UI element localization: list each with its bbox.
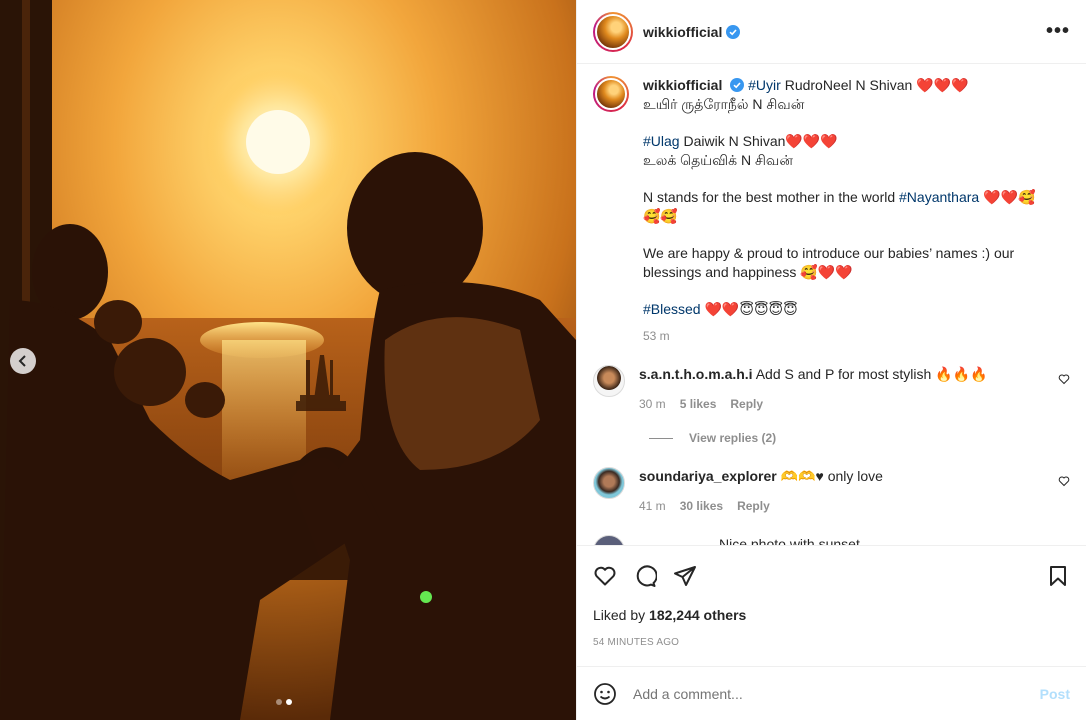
comment-item: Nice photo with sunset	[593, 535, 1070, 545]
author-avatar[interactable]	[593, 11, 633, 52]
post-timestamp[interactable]: 54 MINUTES AGO	[577, 637, 1086, 648]
comment-time[interactable]: 41 m	[639, 497, 666, 516]
chevron-left-icon	[18, 355, 26, 367]
comment-likes[interactable]: 5 likes	[680, 395, 717, 414]
caption-emoji: ❤️❤️🥰	[979, 189, 1036, 205]
comment-text: 🫶🫶♥ only love	[776, 468, 883, 484]
commenter-username[interactable]: soundariya_explorer	[639, 468, 777, 484]
caption: wikkiofficial #Uyir RudroNeel N Shivan ❤…	[593, 76, 1070, 345]
comment-like-heart-icon[interactable]	[1058, 373, 1070, 385]
hashtag-ulag[interactable]: #Ulag	[643, 133, 680, 149]
caption-text: Daiwik N Shivan	[679, 133, 786, 149]
caption-text: N stands for the best mother in the worl…	[643, 189, 900, 205]
post-photo[interactable]	[0, 0, 576, 720]
like-heart-icon[interactable]	[593, 564, 617, 588]
emoji-smiley-icon[interactable]	[593, 682, 617, 706]
hashtag-uyir[interactable]: #Uyir	[748, 77, 781, 93]
view-replies-button[interactable]: View replies (2)	[649, 431, 1070, 445]
post-viewer: wikkiofficial ••• wikkiofficial #Uyir Ru…	[0, 0, 1086, 720]
comment-body: Nice photo with sunset	[639, 535, 1039, 545]
carousel-prev-button[interactable]	[10, 348, 36, 374]
comment-item: s.a.n.t.h.o.m.a.h.i Add S and P for most…	[593, 365, 1070, 413]
caption-emoji: ❤️❤️❤️	[785, 133, 838, 149]
comment-bubble-icon[interactable]	[633, 564, 657, 588]
comment-text: Add S and P for most stylish 🔥🔥🔥	[752, 366, 988, 382]
post-actions	[577, 545, 1086, 605]
liked-by-count[interactable]: 182,244 others	[649, 607, 746, 623]
more-options-icon[interactable]: •••	[1046, 20, 1070, 43]
sunset-family-photo	[0, 0, 576, 720]
verified-badge-icon	[730, 78, 745, 92]
caption-time[interactable]: 53 m	[643, 327, 670, 346]
comment-item: soundariya_explorer 🫶🫶♥ only love 41 m 3…	[593, 467, 1070, 515]
carousel-indicator	[276, 699, 292, 705]
comment-like-heart-icon[interactable]	[1058, 475, 1070, 487]
comment-body: soundariya_explorer 🫶🫶♥ only love 41 m 3…	[639, 467, 1039, 515]
comments-section: wikkiofficial #Uyir RudroNeel N Shivan ❤…	[577, 64, 1086, 545]
hashtag-nayanthara[interactable]: #Nayanthara	[899, 189, 979, 205]
reply-button[interactable]: Reply	[737, 497, 770, 516]
comment-text: Nice photo with sunset	[719, 536, 860, 545]
add-comment-bar: Post	[577, 666, 1086, 720]
liked-by-prefix: Liked by	[593, 607, 650, 623]
caption-body: wikkiofficial #Uyir RudroNeel N Shivan ❤…	[643, 76, 1043, 345]
caption-emoji: 🥰🥰	[643, 207, 678, 224]
commenter-avatar[interactable]	[593, 467, 625, 499]
caption-text: உலக் தெய்விக் N சிவன்	[643, 151, 793, 168]
comment-time[interactable]: 30 m	[639, 395, 666, 414]
caption-username[interactable]: wikkiofficial	[643, 77, 722, 93]
commenter-avatar[interactable]	[593, 535, 625, 545]
post-comment-button[interactable]: Post	[1040, 686, 1070, 702]
commenter-username[interactable]: s.a.n.t.h.o.m.a.h.i	[639, 366, 753, 382]
verified-badge-icon	[726, 24, 741, 39]
share-paper-plane-icon[interactable]	[673, 564, 697, 588]
likes-summary: Liked by 182,244 others	[577, 607, 1086, 623]
caption-avatar[interactable]	[593, 76, 629, 112]
bookmark-save-icon[interactable]	[1046, 564, 1070, 588]
carousel-dot-active	[286, 699, 292, 705]
post-header: wikkiofficial •••	[577, 0, 1086, 64]
caption-text: உயிர் ருத்ரோநீல் N சிவன்	[643, 95, 805, 112]
post-details-panel: wikkiofficial ••• wikkiofficial #Uyir Ru…	[576, 0, 1086, 720]
caption-emoji: ❤️❤️😇😇😇😇	[700, 301, 798, 317]
carousel-dot	[276, 699, 282, 705]
caption-text: RudroNeel N Shivan	[780, 77, 917, 93]
caption-emoji: 🥰❤️❤️	[800, 263, 853, 280]
comment-input[interactable]	[633, 685, 1040, 702]
comment-body: s.a.n.t.h.o.m.a.h.i Add S and P for most…	[639, 365, 1039, 413]
author-username[interactable]: wikkiofficial	[643, 24, 722, 40]
reply-button[interactable]: Reply	[730, 395, 763, 414]
caption-emoji: ❤️❤️❤️	[916, 77, 969, 93]
view-replies-label: View replies (2)	[689, 431, 777, 445]
hashtag-blessed[interactable]: #Blessed	[643, 301, 701, 317]
comment-likes[interactable]: 30 likes	[680, 497, 723, 516]
commenter-avatar[interactable]	[593, 365, 625, 397]
